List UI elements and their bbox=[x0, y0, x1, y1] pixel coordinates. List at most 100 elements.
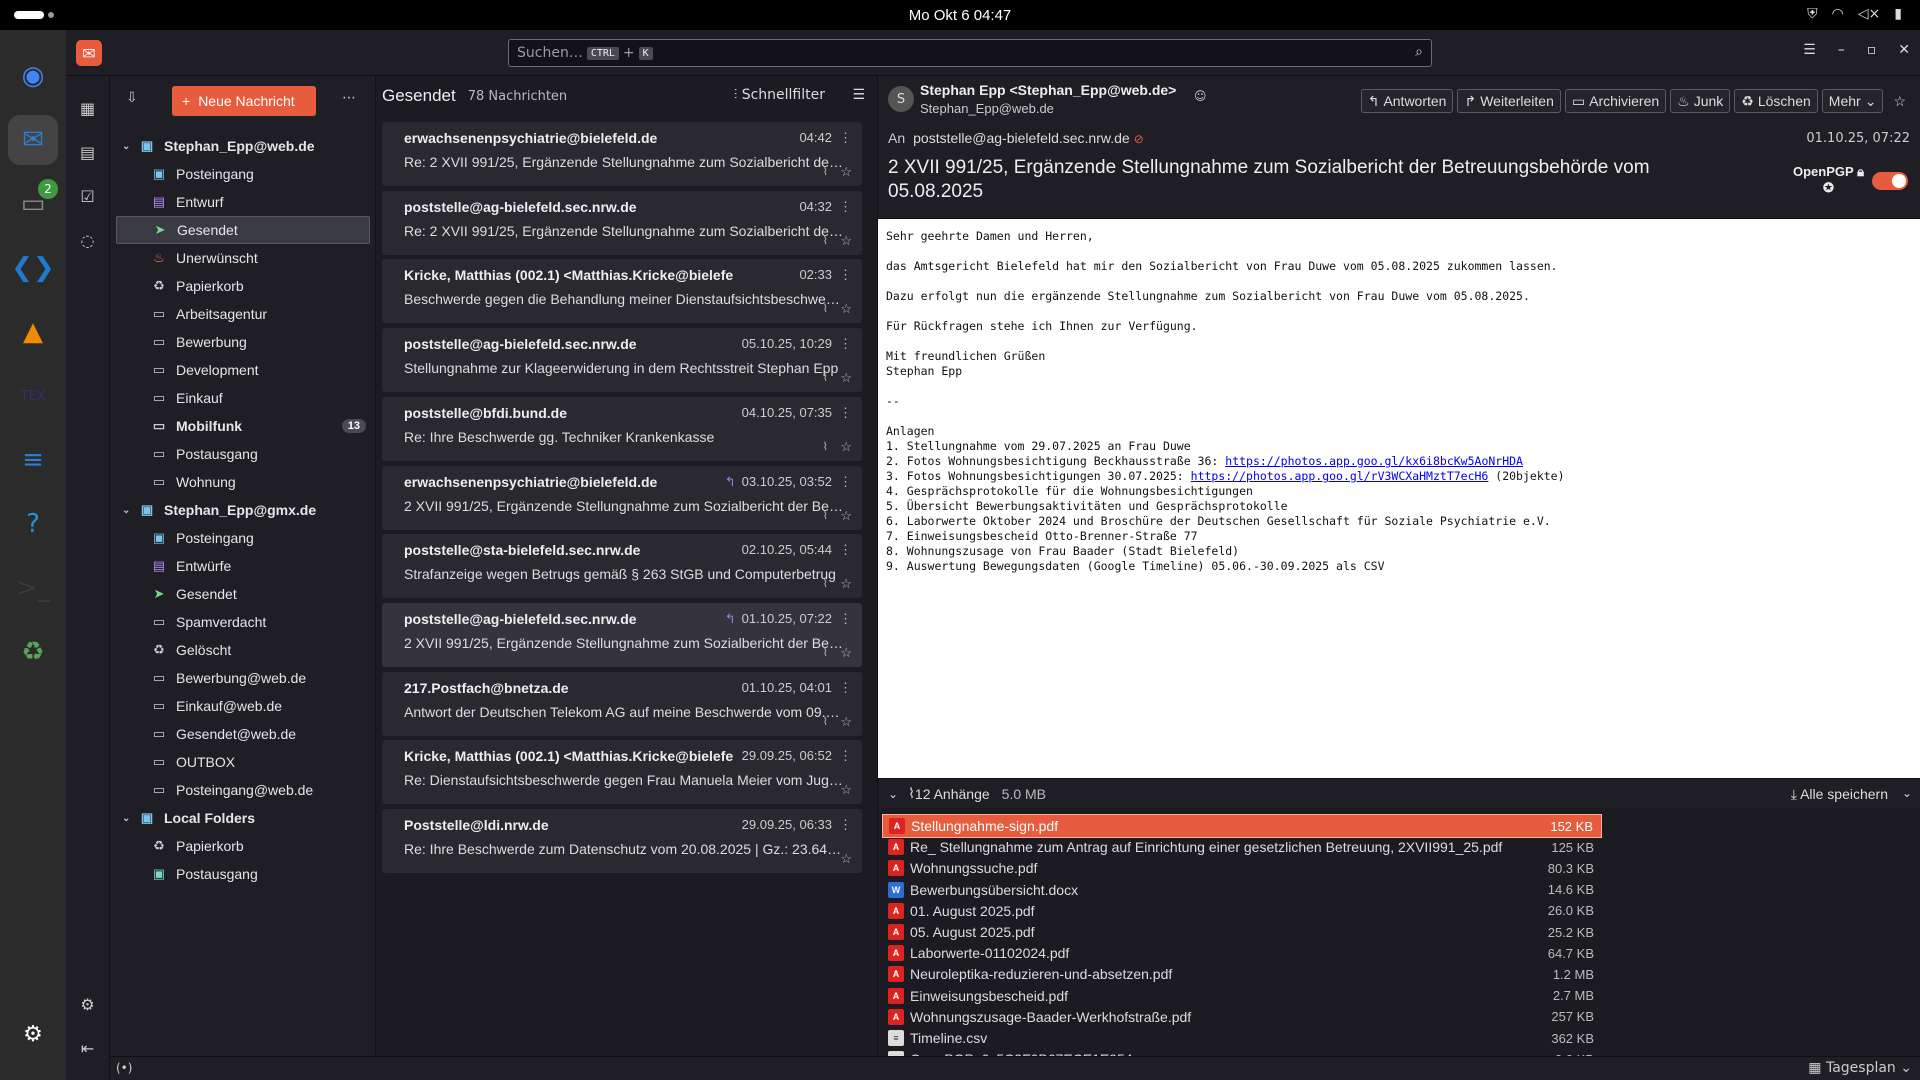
folder-item[interactable]: ➤ Gesendet bbox=[116, 216, 370, 244]
message-card[interactable]: poststelle@ag-bielefeld.sec.nrw.de 04:32 ⋮… bbox=[382, 190, 862, 255]
more-button[interactable]: Mehr ⌄ bbox=[1821, 89, 1884, 113]
folder-item[interactable]: ▣ Postausgang bbox=[110, 860, 376, 888]
card-menu-icon[interactable]: ⋮ bbox=[839, 748, 852, 764]
message-card[interactable]: 217.Postfach@bnetza.de 01.10.25, 04:01 ⋮ An… bbox=[382, 671, 862, 736]
dock-thunderbird-icon[interactable]: ✉ bbox=[8, 115, 58, 165]
photo-link[interactable]: https://photos.app.goo.gl/kx6i8bcKw5AoNr… bbox=[1225, 454, 1523, 468]
message-card[interactable]: poststelle@sta-bielefeld.sec.nrw.de 02.10… bbox=[382, 534, 862, 599]
list-options-icon[interactable]: ☰ bbox=[852, 87, 865, 103]
dock-files-icon[interactable]: ▭ 2 bbox=[8, 179, 58, 229]
card-menu-icon[interactable]: ⋮ bbox=[839, 817, 852, 833]
thunderbird-menu-icon[interactable]: ✉ bbox=[76, 40, 102, 66]
chevron-down-icon[interactable]: ⌄ bbox=[122, 505, 136, 516]
get-messages-icon[interactable]: ⇩ bbox=[126, 90, 138, 106]
folder-item[interactable]: ▣ Posteingang bbox=[110, 524, 376, 552]
dock-vscode-icon[interactable]: ❮❯ bbox=[8, 243, 58, 293]
maximize-icon[interactable]: ▫ bbox=[1867, 42, 1877, 58]
folder-item[interactable]: ▣ Posteingang bbox=[110, 160, 376, 188]
dock-trash-icon[interactable]: ♻ bbox=[8, 627, 58, 677]
star-icon[interactable]: ☆ bbox=[840, 370, 852, 386]
message-card[interactable]: poststelle@ag-bielefeld.sec.nrw.de 05.10.… bbox=[382, 328, 862, 393]
chevron-down-icon[interactable]: ⌄ bbox=[888, 787, 898, 801]
star-icon[interactable]: ☆ bbox=[840, 714, 852, 730]
star-icon[interactable]: ☆ bbox=[840, 508, 852, 524]
folder-item[interactable]: ▭ Posteingang@web.de bbox=[110, 776, 376, 804]
reply-button[interactable]: ↰ Antworten bbox=[1360, 89, 1454, 113]
activities-indicator[interactable] bbox=[14, 11, 54, 19]
delete-button[interactable]: ♻ Löschen bbox=[1734, 89, 1818, 113]
new-message-button[interactable]: + Neue Nachricht bbox=[172, 86, 316, 116]
system-tray[interactable]: ⛨ ◠ ◁× ▮ bbox=[1807, 6, 1902, 22]
dock-chrome-icon[interactable]: ◉ bbox=[8, 51, 58, 101]
folder-item[interactable]: ▭ Einkauf bbox=[110, 384, 376, 412]
dock-writer-icon[interactable]: ≡ bbox=[8, 435, 58, 485]
star-icon[interactable]: ☆ bbox=[840, 851, 852, 867]
save-all-dropdown-icon[interactable]: ⌄ bbox=[1902, 786, 1912, 800]
folder-item[interactable]: ➤ Gesendet bbox=[110, 580, 376, 608]
card-menu-icon[interactable]: ⋮ bbox=[839, 130, 852, 146]
remote-content-toggle[interactable] bbox=[1872, 172, 1908, 190]
message-card[interactable]: Kricke, Matthias (002.1) <Matthias.Krick… bbox=[382, 259, 862, 324]
card-menu-icon[interactable]: ⋮ bbox=[839, 611, 852, 627]
sender[interactable]: Stephan Epp <Stephan_Epp@web.de> bbox=[920, 82, 1176, 98]
dock-help-icon[interactable]: ? bbox=[8, 499, 58, 549]
hamburger-menu-icon[interactable]: ☰ bbox=[1803, 42, 1816, 58]
star-icon[interactable]: ☆ bbox=[840, 233, 852, 249]
star-icon[interactable]: ☆ bbox=[840, 645, 852, 661]
collapse-icon[interactable]: ⇤ bbox=[73, 1033, 103, 1063]
search-input[interactable]: Suchen… CTRL + K ⌕ bbox=[508, 39, 1432, 67]
card-menu-icon[interactable]: ⋮ bbox=[839, 474, 852, 490]
recipient[interactable]: poststelle@ag-bielefeld.sec.nrw.de bbox=[913, 130, 1130, 146]
star-icon[interactable]: ☆ bbox=[840, 576, 852, 592]
card-menu-icon[interactable]: ⋮ bbox=[839, 336, 852, 352]
forward-button[interactable]: ↱ Weiterleiten bbox=[1457, 89, 1561, 113]
dock-vlc-icon[interactable]: ▲ bbox=[8, 307, 58, 357]
folder-item[interactable]: ▭ Spamverdacht bbox=[110, 608, 376, 636]
folder-item[interactable]: ▭ Development bbox=[110, 356, 376, 384]
folder-item[interactable]: ▭ Mobilfunk 13 bbox=[110, 412, 376, 440]
card-menu-icon[interactable]: ⋮ bbox=[839, 267, 852, 283]
save-all-button[interactable]: ⤓ Alle speichern bbox=[1791, 786, 1888, 803]
folder-item[interactable]: ▭ Einkauf@web.de bbox=[110, 692, 376, 720]
add-contact-icon[interactable]: ☺ bbox=[1194, 89, 1207, 103]
folder-item[interactable]: ▭ Postausgang bbox=[110, 440, 376, 468]
dock-texstudio-icon[interactable]: TEX bbox=[8, 371, 58, 421]
star-icon[interactable]: ☆ bbox=[840, 301, 852, 317]
message-card[interactable]: erwachsenenpsychiatrie@bielefeld.de 04:42… bbox=[382, 122, 862, 186]
chevron-down-icon[interactable]: ⌄ bbox=[122, 813, 136, 824]
settings-icon[interactable]: ⚙ bbox=[73, 989, 103, 1019]
junk-button[interactable]: ♨ Junk bbox=[1670, 89, 1731, 113]
quick-filter-button[interactable]: ⫶ Schnellfilter bbox=[734, 87, 825, 103]
account-row[interactable]: ⌄ ▣ Local Folders bbox=[110, 804, 376, 832]
star-icon[interactable]: ☆ bbox=[840, 439, 852, 455]
dock-terminal-icon[interactable]: >_ bbox=[8, 563, 58, 613]
clock[interactable]: Mo Okt 6 04:47 bbox=[909, 7, 1012, 24]
tasks-icon[interactable]: ☑ bbox=[73, 181, 103, 211]
star-icon[interactable]: ☆ bbox=[1887, 89, 1912, 113]
message-card[interactable]: poststelle@ag-bielefeld.sec.nrw.de ↰ 01.10… bbox=[382, 602, 862, 667]
folder-item[interactable]: ▭ Gesendet@web.de bbox=[110, 720, 376, 748]
message-card[interactable]: Kricke, Matthias (002.1) <Matthias.Krick… bbox=[382, 740, 862, 805]
account-row[interactable]: ⌄ ▣ Stephan_Epp@web.de bbox=[110, 132, 376, 160]
folder-item[interactable]: ▭ OUTBOX bbox=[110, 748, 376, 776]
message-card[interactable]: Poststelle@ldi.nrw.de 29.09.25, 06:33 ⋮ Re:… bbox=[382, 809, 862, 873]
address-book-icon[interactable]: ▦ bbox=[73, 93, 103, 123]
card-menu-icon[interactable]: ⋮ bbox=[839, 199, 852, 215]
chat-icon[interactable]: ◌ bbox=[73, 225, 103, 255]
openpgp-status[interactable]: OpenPGP 🔒︎ ✪ bbox=[1793, 164, 1864, 196]
message-card[interactable]: poststelle@bfdi.bund.de 04.10.25, 07:35 ⋮ R… bbox=[382, 396, 862, 461]
show-apps-icon[interactable]: ⚙ bbox=[8, 1009, 58, 1059]
search-icon[interactable]: ⌕ bbox=[1415, 44, 1423, 60]
folder-item[interactable]: ▭ Wohnung bbox=[110, 468, 376, 496]
folder-item[interactable]: ♨ Unerwünscht bbox=[110, 244, 376, 272]
archive-button[interactable]: ▭ Archivieren bbox=[1564, 89, 1667, 113]
folder-item[interactable]: ♻ Gelöscht bbox=[110, 636, 376, 664]
calendar-icon[interactable]: ▤ bbox=[73, 137, 103, 167]
card-menu-icon[interactable]: ⋮ bbox=[839, 542, 852, 558]
folder-pane-menu-icon[interactable]: ⋯ bbox=[342, 90, 356, 106]
minimize-icon[interactable]: – bbox=[1838, 42, 1845, 58]
folder-item[interactable]: ▭ Arbeitsagentur bbox=[110, 300, 376, 328]
folder-item[interactable]: ♻ Papierkorb bbox=[110, 272, 376, 300]
star-icon[interactable]: ☆ bbox=[840, 164, 852, 180]
close-icon[interactable]: ✕ bbox=[1898, 42, 1910, 58]
